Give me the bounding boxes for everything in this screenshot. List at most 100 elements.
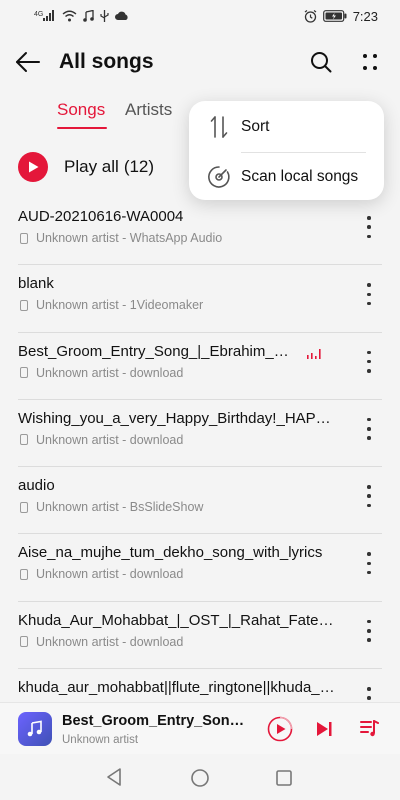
song-subtitle: Unknown artist - download	[18, 433, 183, 447]
song-more-button[interactable]	[362, 216, 376, 238]
song-more-button[interactable]	[362, 552, 376, 575]
clock-time: 7:23	[352, 8, 378, 24]
status-bar: 4G 7:23	[0, 0, 400, 32]
cloud-icon	[115, 11, 129, 21]
dot-icon	[367, 301, 371, 306]
song-more-button[interactable]	[362, 417, 376, 440]
dot-icon	[367, 369, 371, 373]
dot-icon	[367, 225, 371, 229]
song-row[interactable]: Khuda_Aur_Mohabbat_|_OST_|_Rahat_Fateh_A…	[0, 602, 400, 670]
nav-back-icon[interactable]	[105, 767, 123, 787]
wifi-icon	[62, 10, 77, 22]
local-file-icon	[20, 636, 28, 648]
dot-icon	[367, 427, 371, 431]
dot-icon	[367, 436, 371, 440]
song-more-button[interactable]	[362, 283, 376, 306]
song-row[interactable]: AUD-20210616-WA0004 Unknown artist - Wha…	[0, 198, 400, 266]
song-subtitle: Unknown artist - download	[18, 635, 183, 649]
song-more-button[interactable]	[362, 619, 376, 642]
play-all-button[interactable]: Play all (12)	[18, 152, 154, 182]
dot-icon	[367, 503, 371, 508]
scan-disc-icon	[208, 166, 230, 188]
page-title: All songs	[59, 50, 154, 73]
dot-icon	[367, 216, 371, 220]
song-list: AUD-20210616-WA0004 Unknown artist - Wha…	[0, 198, 400, 736]
local-file-icon	[20, 434, 28, 446]
now-playing-artist: Unknown artist	[62, 734, 139, 746]
dot-icon	[367, 350, 371, 355]
play-pause-icon[interactable]	[267, 716, 293, 742]
song-title: blank	[18, 275, 54, 293]
song-more-button[interactable]	[362, 350, 376, 373]
local-file-icon	[20, 299, 28, 311]
song-artist-source: Unknown artist - download	[36, 567, 184, 582]
song-artist-source: Unknown artist - download	[36, 634, 184, 649]
more-options-button[interactable]	[358, 50, 382, 74]
now-playing-equalizer-icon	[307, 348, 321, 359]
local-file-icon	[20, 568, 28, 580]
sort-icon	[210, 116, 228, 138]
back-arrow-icon	[16, 52, 40, 72]
svg-text:4G: 4G	[34, 11, 43, 18]
active-tab-indicator	[57, 127, 107, 129]
local-file-icon	[20, 501, 28, 513]
song-row[interactable]: Wishing_you_a_very_Happy_Birthday!_HAPPY…	[0, 400, 400, 468]
song-title: Wishing_you_a_very_Happy_Birthday!_HAPPY…	[18, 409, 340, 427]
search-button[interactable]	[309, 50, 333, 74]
app-header: All songs	[0, 40, 400, 84]
dot-icon	[367, 359, 371, 364]
battery-icon	[322, 10, 347, 22]
more-vertical-icon	[363, 54, 377, 70]
dot-icon	[367, 619, 371, 624]
back-button[interactable]	[14, 50, 42, 74]
dot-icon	[367, 570, 371, 575]
song-artist-source: Unknown artist - WhatsApp Audio	[36, 231, 223, 245]
song-subtitle: Unknown artist - 1Videomaker	[18, 298, 203, 312]
song-more-button[interactable]	[362, 485, 376, 508]
usb-icon	[100, 10, 109, 22]
song-subtitle: Unknown artist - download	[18, 366, 183, 380]
dot-icon	[367, 561, 371, 566]
menu-item-scan-local-songs[interactable]: Scan local songs	[189, 153, 384, 201]
song-row-playing[interactable]: Best_Groom_Entry_Song_|_Ebrahim_Mama|She…	[0, 333, 400, 400]
signal-icon: 4G	[34, 10, 56, 22]
options-popup-menu: Sort Scan local songs	[189, 101, 384, 200]
song-row[interactable]: audio Unknown artist - BsSlideShow	[0, 467, 400, 535]
dot-icon	[367, 234, 371, 238]
menu-item-sort[interactable]: Sort	[189, 103, 384, 151]
system-nav-bar	[0, 754, 400, 800]
dot-icon	[367, 292, 371, 297]
dot-icon	[367, 629, 371, 633]
dot-icon	[367, 485, 371, 489]
local-file-icon	[20, 232, 28, 244]
nav-recents-icon[interactable]	[275, 769, 293, 787]
song-subtitle: Unknown artist - BsSlideShow	[18, 500, 203, 514]
menu-item-label: Scan local songs	[241, 168, 359, 185]
song-title: audio	[18, 477, 55, 495]
song-title: Aise_na_mujhe_tum_dekho_song_with_lyrics	[18, 544, 323, 562]
queue-icon[interactable]	[359, 718, 379, 738]
tab-artists[interactable]: Artists	[125, 100, 172, 120]
music-art-icon	[18, 712, 52, 746]
song-title: Khuda_Aur_Mohabbat_|_OST_|_Rahat_Fateh_A…	[18, 611, 340, 629]
play-icon	[18, 152, 48, 182]
mini-player[interactable]: Best_Groom_Entry_Song_|_Ebrahim_Mama Unk…	[0, 702, 400, 754]
song-title: Best_Groom_Entry_Song_|_Ebrahim_Mama|She…	[18, 342, 298, 360]
tab-songs[interactable]: Songs	[57, 100, 105, 120]
status-right: 7:23	[304, 9, 378, 24]
menu-item-label: Sort	[241, 118, 270, 135]
dot-icon	[367, 638, 371, 642]
status-left: 4G	[34, 10, 129, 22]
now-playing-title: Best_Groom_Entry_Song_|_Ebrahim_Mama	[62, 713, 252, 729]
dot-icon	[367, 494, 371, 498]
search-icon	[311, 52, 332, 73]
song-count: (12)	[123, 157, 155, 176]
song-row[interactable]: blank Unknown artist - 1Videomaker	[0, 265, 400, 333]
song-artist-source: Unknown artist - download	[36, 432, 184, 447]
song-artist-source: Unknown artist - BsSlideShow	[36, 500, 204, 515]
nav-home-icon[interactable]	[190, 768, 210, 788]
song-row[interactable]: Aise_na_mujhe_tum_dekho_song_with_lyrics…	[0, 534, 400, 602]
music-note-icon	[83, 10, 94, 22]
next-icon[interactable]	[314, 720, 334, 738]
song-subtitle: Unknown artist - WhatsApp Audio	[18, 231, 222, 245]
